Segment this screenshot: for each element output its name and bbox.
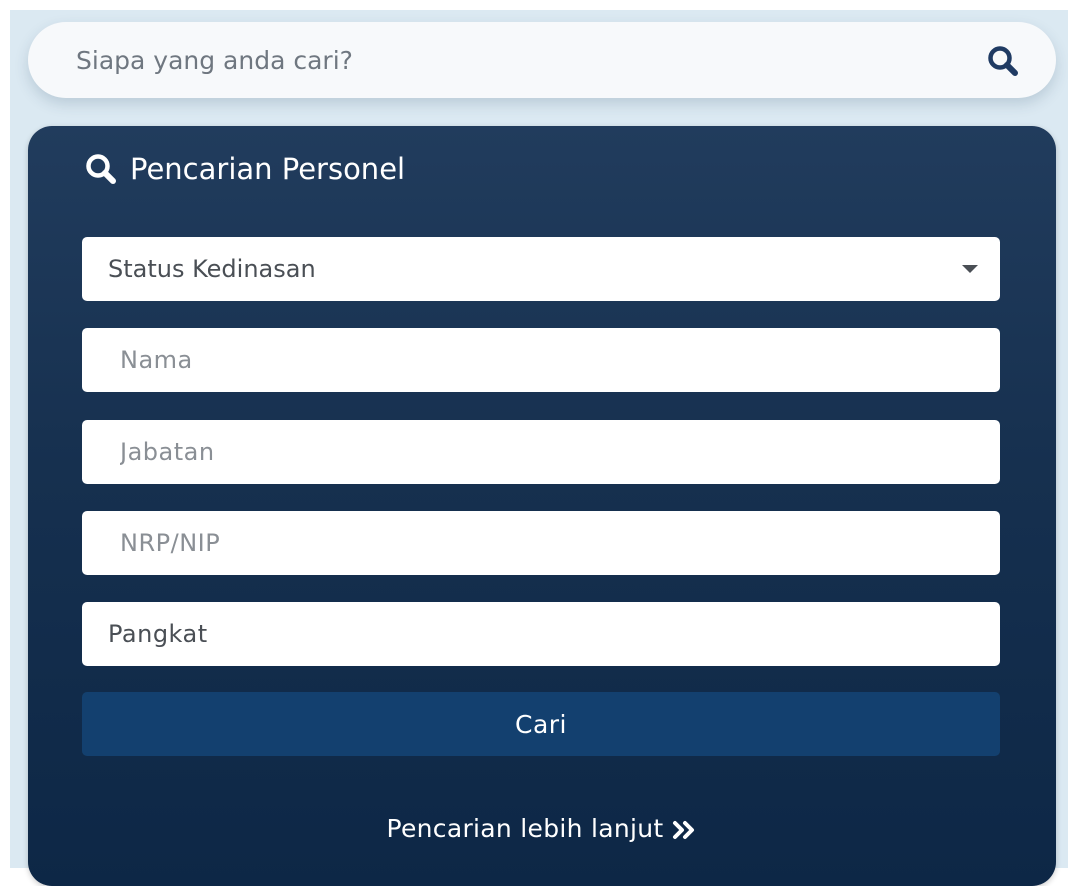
jabatan-field-wrapper <box>82 420 1000 484</box>
status-kedinasan-select[interactable]: Status Kedinasan <box>82 237 1000 301</box>
nrp-nip-field-wrapper <box>82 511 1000 575</box>
panel-title-text: Pencarian Personel <box>130 152 406 186</box>
nama-field[interactable] <box>82 328 1000 392</box>
nama-field-wrapper <box>82 328 1000 392</box>
status-kedinasan-value: Status Kedinasan <box>108 255 316 283</box>
personnel-search-panel: Pencarian Personel Status Kedinasan Cari… <box>28 126 1056 886</box>
nrp-nip-field[interactable] <box>82 511 1000 575</box>
advanced-search-label: Pencarian lebih lanjut <box>386 814 664 843</box>
global-search-bar <box>28 22 1056 98</box>
jabatan-field[interactable] <box>82 420 1000 484</box>
panel-title: Pencarian Personel <box>84 144 405 194</box>
double-chevron-right-icon <box>672 818 698 840</box>
cari-button[interactable]: Cari <box>82 692 1000 756</box>
search-icon[interactable] <box>986 44 1020 78</box>
caret-down-icon <box>962 265 978 273</box>
pangkat-field-wrapper <box>82 602 1000 666</box>
search-icon <box>84 152 118 186</box>
advanced-search-link[interactable]: Pencarian lebih lanjut <box>28 814 1056 843</box>
global-search-input[interactable] <box>74 29 938 91</box>
pangkat-field[interactable] <box>82 602 1000 666</box>
